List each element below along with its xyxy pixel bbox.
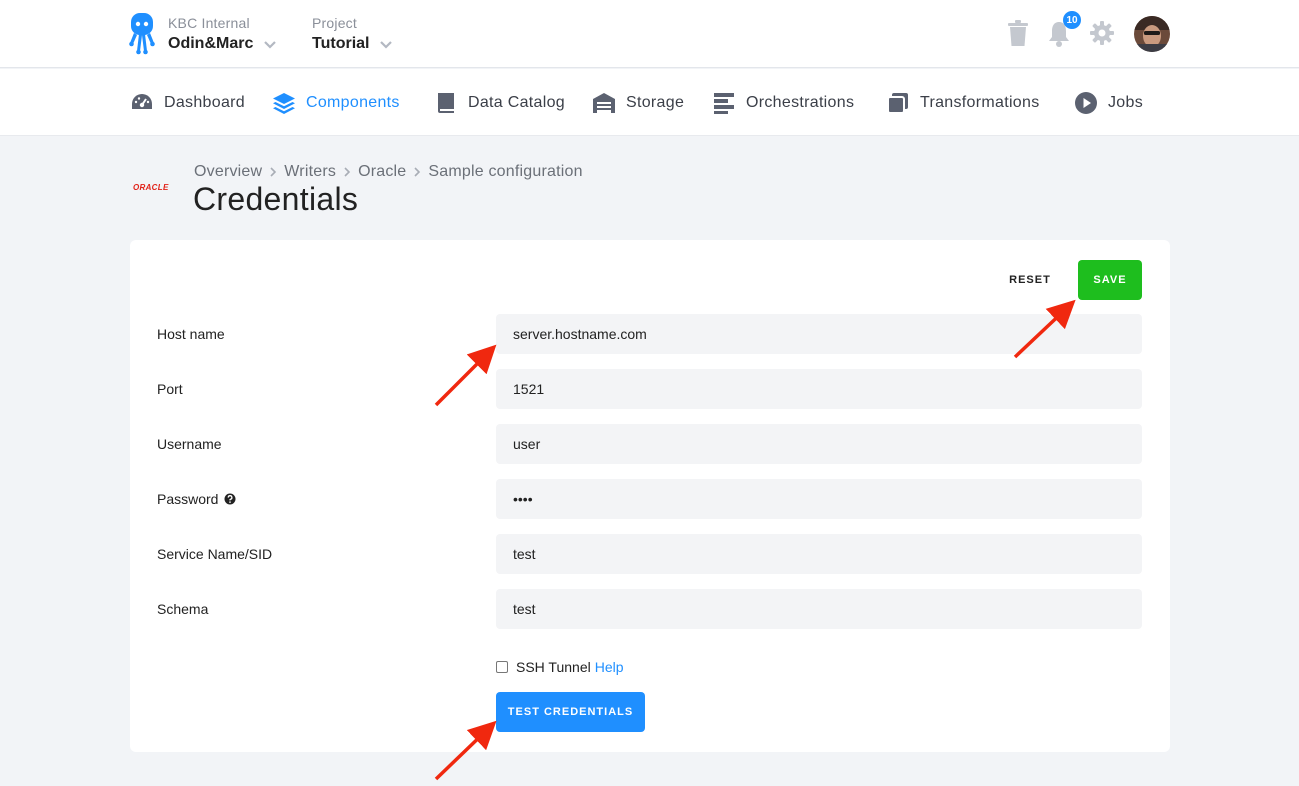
nav-item-orchestrations[interactable]: Orchestrations [712,69,854,136]
password-input[interactable]: •••• [496,479,1142,519]
username-row: Username user [130,424,1170,464]
password-row: Password •••• [130,479,1170,519]
port-label: Port [157,381,183,397]
breadcrumb-sample-configuration[interactable]: Sample configuration [428,163,582,181]
ssh-tunnel-label[interactable]: SSH Tunnel [516,659,591,675]
host-name-input[interactable]: server.hostname.com [496,314,1142,354]
breadcrumb-oracle[interactable]: Oracle [358,163,406,181]
username-label: Username [157,436,222,452]
reset-button[interactable]: RESET [1000,260,1060,300]
project-switcher[interactable]: Project Tutorial [312,15,393,53]
oracle-logo: ORACLE [133,183,169,192]
username-input[interactable]: user [496,424,1142,464]
schema-row: Schema test [130,589,1170,629]
nav-item-data-catalog[interactable]: Data Catalog [434,69,565,136]
nav-label: Transformations [920,93,1040,111]
help-link[interactable]: Help [595,659,624,675]
schema-label: Schema [157,601,209,617]
nav-label: Jobs [1108,93,1143,111]
dashboard-icon [132,93,152,109]
chevron-right-icon [270,167,277,177]
breadcrumb-overview[interactable]: Overview [194,163,262,181]
nav-label: Orchestrations [746,93,855,111]
service-name-input[interactable]: test [496,534,1142,574]
project-label: Project [312,15,357,31]
user-avatar[interactable] [1134,16,1170,52]
nav-item-transformations[interactable]: Transformations [886,69,1040,136]
organization-name: Odin&Marc [168,35,254,52]
host-name-row: Host name server.hostname.com [130,314,1170,354]
ssh-tunnel-checkbox[interactable] [496,661,508,673]
warehouse-icon [593,92,615,113]
project-name: Tutorial [312,35,370,52]
nav-label: Components [306,93,400,111]
gear-icon[interactable] [1089,20,1115,46]
organization-switcher[interactable]: KBC Internal Odin&Marc [168,15,277,53]
page-title: Credentials [193,181,359,217]
nav-label: Dashboard [164,93,245,111]
breadcrumb: Overview Writers Oracle Sample configura… [194,163,583,181]
nav-item-components[interactable]: Components [272,69,400,136]
layers-icon [273,92,295,114]
chevron-down-icon [380,41,393,49]
chevron-right-icon [414,167,421,177]
breadcrumb-writers[interactable]: Writers [284,163,336,181]
save-button[interactable]: SAVE [1078,260,1142,300]
book-icon [438,92,454,113]
top-header: KBC Internal Odin&Marc Project Tutorial … [0,0,1299,68]
chevron-right-icon [344,167,351,177]
bars-icon [714,92,734,114]
port-row: Port 1521 [130,369,1170,409]
credentials-card: RESET SAVE Host name server.hostname.com… [130,240,1170,752]
nav-item-storage[interactable]: Storage [592,69,684,136]
trash-icon[interactable] [1007,20,1029,48]
host-name-label: Host name [157,326,225,342]
password-label: Password [157,479,236,519]
nav-label: Storage [626,93,685,111]
nav-item-dashboard[interactable]: Dashboard [130,69,245,136]
chevron-down-icon [264,41,277,49]
main-navigation: Dashboard Components Data Catalog Storag… [0,69,1299,136]
schema-input[interactable]: test [496,589,1142,629]
port-input[interactable]: 1521 [496,369,1142,409]
test-credentials-button[interactable]: TEST CREDENTIALS [496,692,645,732]
nav-label: Data Catalog [468,93,565,111]
keboola-logo-icon[interactable] [128,13,156,55]
organization-label: KBC Internal [168,15,250,31]
service-name-row: Service Name/SID test [130,534,1170,574]
nav-item-jobs[interactable]: Jobs [1074,69,1143,136]
question-circle-icon[interactable] [224,493,236,505]
notification-badge: 10 [1063,11,1081,29]
copy-icon [887,92,908,114]
play-circle-icon [1075,91,1097,114]
service-name-label: Service Name/SID [157,546,273,562]
ssh-tunnel-row: SSH Tunnel Help [496,659,624,675]
